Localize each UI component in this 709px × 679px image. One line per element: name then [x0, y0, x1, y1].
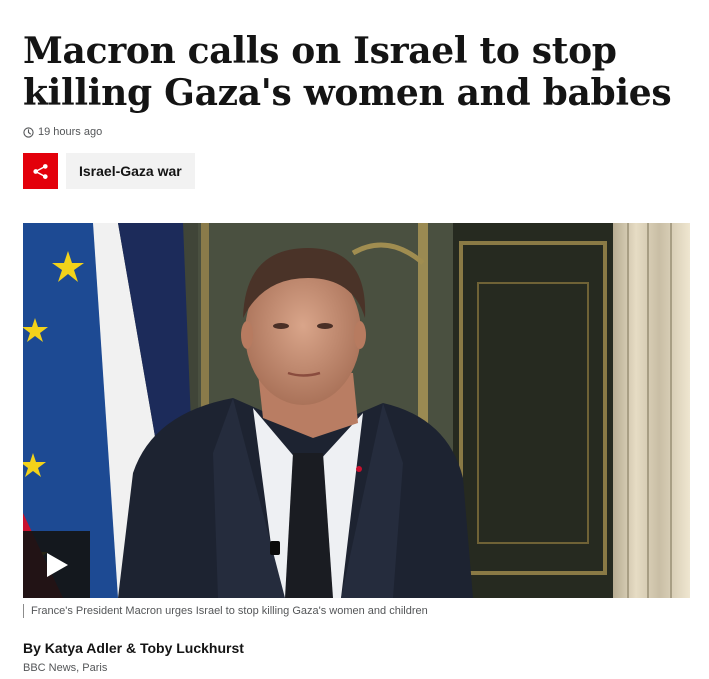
- byline-location: BBC News, Paris: [23, 662, 108, 674]
- timestamp-text: 19 hours ago: [38, 126, 103, 138]
- share-icon: [32, 163, 49, 180]
- clock-icon: [23, 126, 34, 138]
- article-byline: By Katya Adler & Toby Luckhurst BBC News…: [23, 640, 244, 675]
- article-actions: Israel-Gaza war: [23, 153, 195, 189]
- video-player[interactable]: [23, 223, 690, 598]
- play-icon: [45, 552, 69, 578]
- topic-tag-link[interactable]: Israel-Gaza war: [66, 153, 195, 189]
- play-button[interactable]: [23, 531, 90, 598]
- video-caption: France's President Macron urges Israel t…: [23, 604, 428, 618]
- article-headline: Macron calls on Israel to stop killing G…: [23, 30, 672, 114]
- video-thumbnail: [23, 223, 690, 598]
- byline-authors: By Katya Adler & Toby Luckhurst: [23, 640, 244, 656]
- share-button[interactable]: [23, 153, 58, 189]
- article-timestamp: 19 hours ago: [23, 125, 102, 139]
